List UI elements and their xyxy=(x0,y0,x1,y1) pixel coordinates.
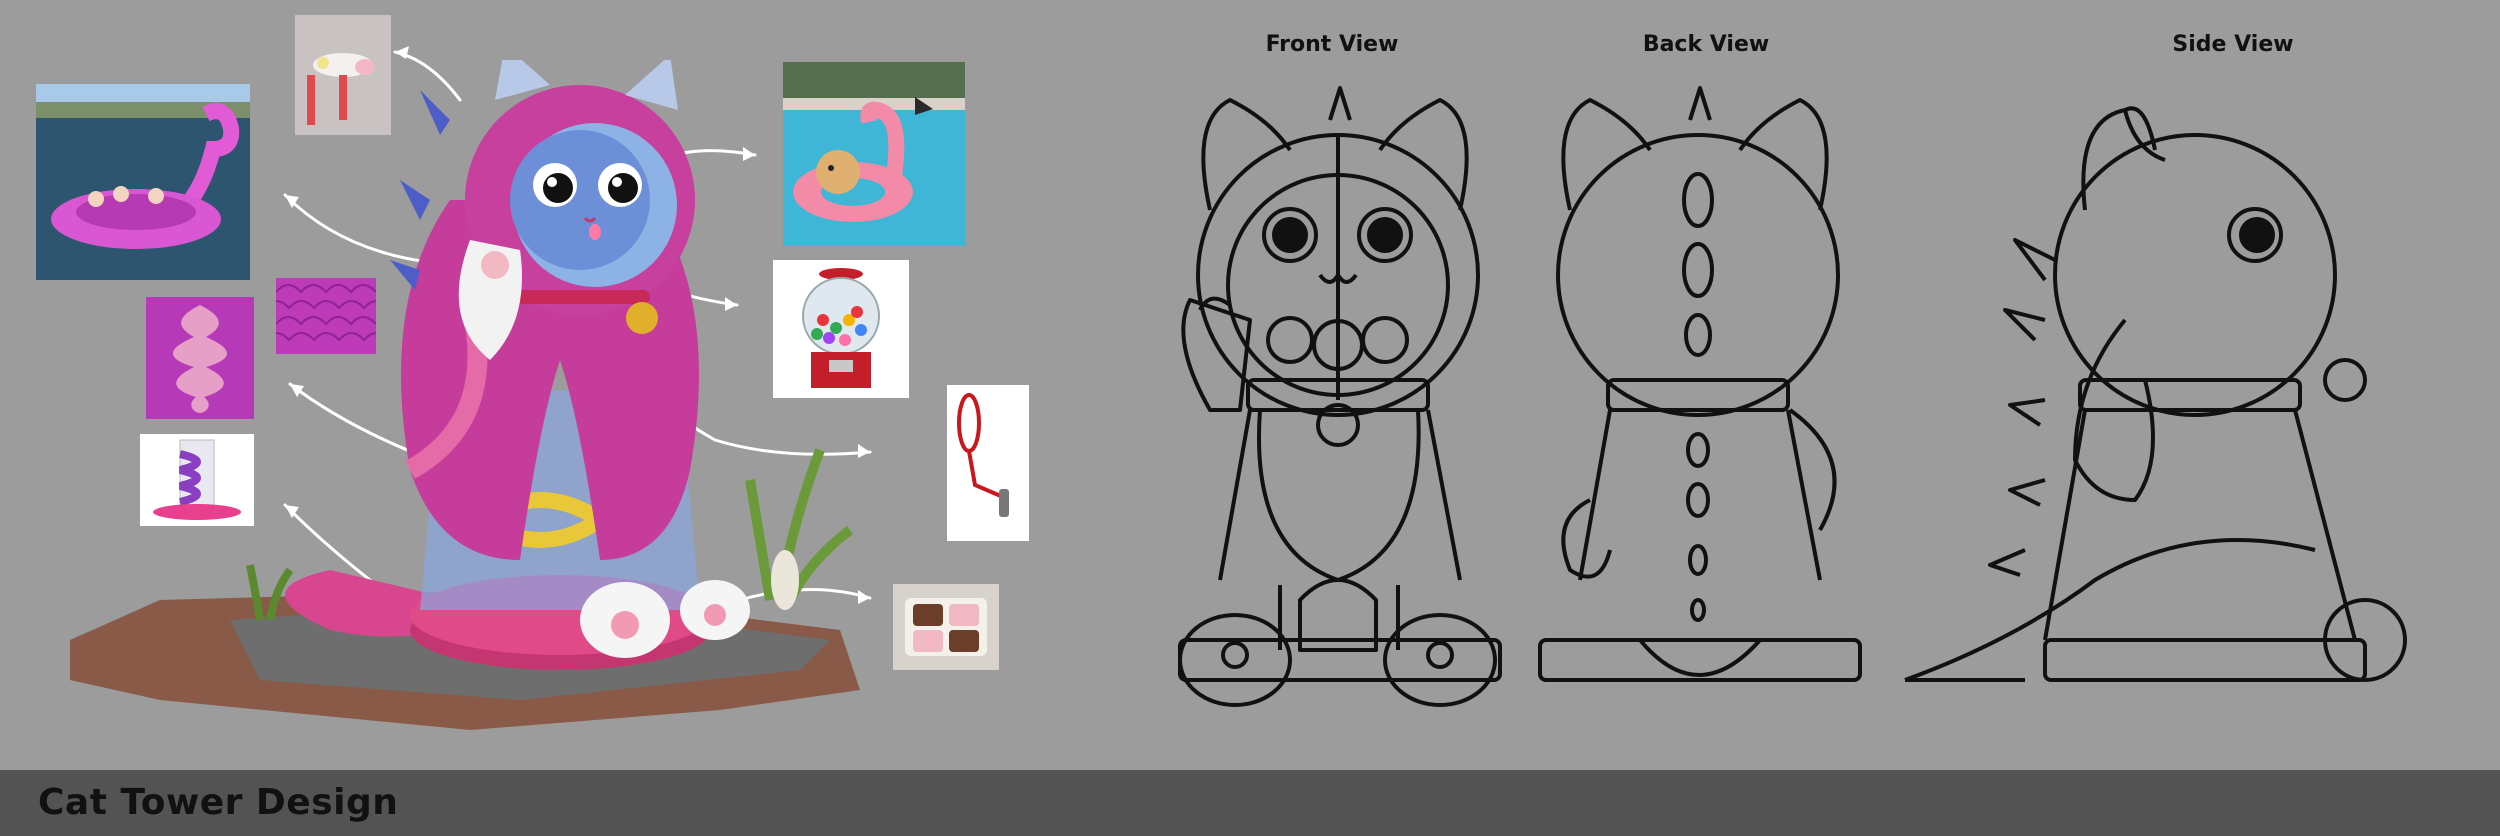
side-view-label: Side View xyxy=(2172,32,2294,57)
footer-bar: Cat Tower Design xyxy=(0,770,2500,836)
side-view-drawing xyxy=(1904,106,2407,682)
front-view-drawing xyxy=(1178,86,1502,707)
cat-tower-render xyxy=(70,60,860,730)
front-view-label: Front View xyxy=(1265,32,1399,57)
design-board: Front View Back View Side View xyxy=(0,0,2500,770)
back-view-drawing xyxy=(1538,86,1862,682)
back-view-label: Back View xyxy=(1642,32,1770,57)
sheet-title: Cat Tower Design xyxy=(38,782,399,823)
